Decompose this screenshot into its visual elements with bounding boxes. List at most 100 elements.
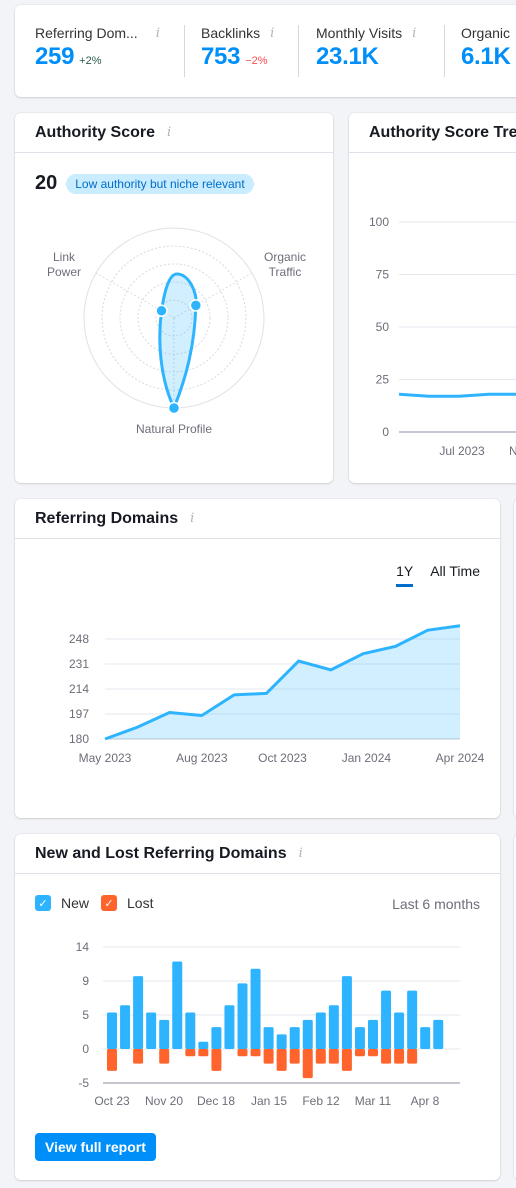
x-tick-label: Feb 12	[302, 1094, 340, 1108]
metric-value: 259	[35, 43, 75, 70]
metric-label: Monthly Visits	[316, 25, 403, 41]
x-tick-label: Nov 20	[145, 1094, 183, 1108]
divider	[184, 25, 185, 77]
bar-new	[354, 1027, 365, 1049]
metric-label: Backlinks	[201, 25, 261, 41]
bar-lost	[263, 1049, 274, 1064]
radar-chart: Link Power Organic Traffic Natural Profile	[47, 227, 306, 436]
y-tick-label: 14	[76, 940, 90, 954]
y-tick-label: 214	[69, 682, 89, 696]
bar-new	[120, 1005, 131, 1049]
bar-lost	[250, 1049, 261, 1057]
bar-new	[224, 1005, 235, 1049]
x-tick-label: Oct 2023	[258, 751, 307, 765]
info-icon[interactable]: i	[412, 26, 416, 41]
bar-lost	[302, 1049, 313, 1079]
metric-value: 23.1K	[316, 43, 379, 70]
radar-point	[189, 299, 203, 312]
metric-label: Organic	[461, 25, 511, 41]
metric-value: 753	[201, 43, 241, 70]
bar-new	[263, 1027, 274, 1049]
y-tick-label: 197	[69, 707, 89, 721]
y-tick-label: 0	[382, 425, 389, 439]
authority-score-trend-card: Authority Score Trend 100 75 50 25 0 Jul 2023…	[349, 113, 516, 483]
y-tick-label: 9	[82, 974, 89, 988]
bar-new	[368, 1019, 378, 1049]
bar-new	[250, 968, 261, 1049]
bar-new	[341, 976, 352, 1049]
bar-lost	[407, 1049, 418, 1064]
y-tick-label: 100	[369, 215, 389, 229]
x-tick-label: Mar 11	[355, 1094, 392, 1108]
info-icon[interactable]: i	[270, 26, 274, 41]
bar-new	[198, 1041, 209, 1049]
bar-lost	[394, 1049, 405, 1064]
x-tick-label: Apr 2024	[436, 751, 485, 765]
bar-new	[328, 1005, 339, 1049]
bar-lost	[381, 1049, 392, 1064]
authority-score-card: Authority Score i 20 Low authority but n…	[15, 113, 333, 483]
bar-lost	[133, 1049, 144, 1064]
y-tick-label: 5	[82, 1008, 89, 1022]
bar-new	[146, 1012, 157, 1049]
bar-new	[276, 1034, 287, 1049]
x-tick-label: Dec 18	[197, 1094, 235, 1108]
radar-axis-label: Natural Profile	[136, 422, 212, 436]
x-tick-label: Jul 2023	[439, 444, 485, 458]
new-lost-bar-chart: 14 9 5 0 -5 Oct 23 Nov 20 Dec 18 Jan 15 Feb 12 Mar…	[76, 940, 460, 1108]
x-tick-label: Jan 2024	[342, 751, 392, 765]
bar-new	[211, 1027, 222, 1049]
radar-axis-label: Link Power	[47, 250, 81, 279]
bar-new	[159, 1019, 170, 1049]
divider	[444, 25, 445, 77]
bar-new	[315, 1012, 326, 1049]
bar-lost	[341, 1049, 352, 1071]
bar-new	[185, 1012, 196, 1049]
trend-chart: 100 75 50 25 0 Jul 2023 N	[369, 215, 516, 458]
bar-new	[394, 1012, 405, 1049]
bar-new	[381, 990, 392, 1049]
bar-lost	[159, 1049, 170, 1064]
area-fill	[105, 625, 460, 739]
bar-new	[107, 1012, 117, 1049]
x-tick-label: Oct 23	[94, 1094, 130, 1108]
y-tick-label: 50	[376, 320, 390, 334]
x-tick-label: May 2023	[79, 751, 132, 765]
x-tick-label: Apr 8	[411, 1094, 440, 1108]
bar-lost	[276, 1049, 287, 1071]
bar-new	[433, 1019, 444, 1049]
y-tick-label: -5	[78, 1076, 89, 1090]
referring-domains-card: Referring Domains i 1Y All Time 180 197 21…	[15, 499, 500, 818]
x-tick-label: N	[509, 444, 516, 458]
radar-point	[167, 401, 181, 415]
radar-axis-label: Organic Traffic	[264, 250, 306, 279]
metrics-summary-bar: Referring Dom... i 259 +2% Backlinks i 753−…	[15, 5, 516, 97]
metric-organic[interactable]: Organic 6.1K	[461, 25, 511, 77]
bar-new	[133, 976, 144, 1049]
metric-delta: −2%	[245, 55, 268, 67]
y-tick-label: 231	[69, 657, 89, 671]
metric-value: 6.1K	[461, 43, 511, 70]
bar-lost	[368, 1049, 378, 1057]
x-tick-label: Jan 15	[251, 1094, 287, 1108]
bar-new	[407, 990, 418, 1049]
view-full-report-button[interactable]: View full report	[35, 1133, 156, 1161]
bar-new	[302, 1019, 313, 1049]
bar-lost	[198, 1049, 209, 1057]
bar-lost	[289, 1049, 300, 1064]
y-tick-label: 75	[376, 268, 390, 282]
metric-backlinks[interactable]: Backlinks i 753 −2%	[201, 25, 274, 77]
x-tick-label: Aug 2023	[176, 751, 228, 765]
radar-point	[155, 304, 168, 318]
metric-referring-domains[interactable]: Referring Dom... i 259 +2%	[35, 25, 160, 77]
bar-lost	[354, 1049, 365, 1057]
bar-new	[289, 1027, 300, 1049]
bar-lost	[328, 1049, 339, 1064]
y-tick-label: 0	[82, 1042, 89, 1056]
metric-monthly-visits[interactable]: Monthly Visits i 23.1K	[316, 25, 416, 77]
referring-domains-chart: 180 197 214 231 248 May 2023 Aug 2023 Oct 2023 J…	[69, 624, 485, 765]
bar-lost	[315, 1049, 326, 1064]
bar-lost	[237, 1049, 248, 1057]
bar-new	[172, 961, 183, 1049]
info-icon[interactable]: i	[156, 26, 160, 41]
